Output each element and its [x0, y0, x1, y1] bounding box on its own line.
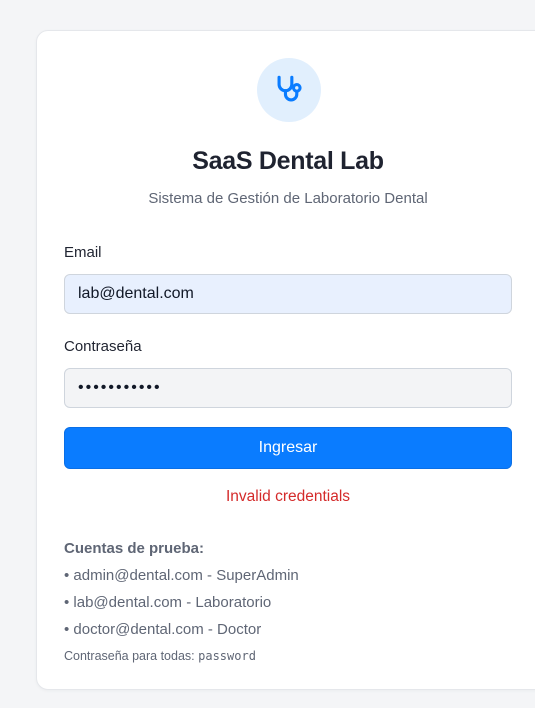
test-account-item: • lab@dental.com - Laboratorio [64, 594, 272, 611]
login-button[interactable]: Ingresar [64, 427, 512, 469]
error-message: Invalid credentials [225, 488, 351, 505]
email-field[interactable] [64, 274, 512, 314]
test-account-item: • admin@dental.com - SuperAdmin [64, 567, 299, 584]
password-note: Contraseña para todas: password [64, 647, 524, 665]
logo-badge [257, 58, 321, 122]
password-field[interactable] [64, 368, 512, 408]
password-note-value: password [198, 649, 256, 663]
password-label: Contraseña [64, 338, 142, 355]
test-account-item: • doctor@dental.com - Doctor [64, 621, 262, 638]
password-note-text: Contraseña para todas: [64, 649, 199, 663]
email-label: Email [64, 244, 102, 261]
test-accounts-panel: Cuentas de prueba: • admin@dental.com - … [64, 539, 524, 665]
app-title: SaaS Dental Lab [192, 147, 384, 175]
login-card: SaaS Dental Lab Sistema de Gestión de La… [36, 30, 535, 690]
app-subtitle: Sistema de Gestión de Laboratorio Dental [148, 190, 428, 207]
test-accounts-title: Cuentas de prueba: [64, 540, 205, 557]
stethoscope-icon [277, 75, 302, 102]
